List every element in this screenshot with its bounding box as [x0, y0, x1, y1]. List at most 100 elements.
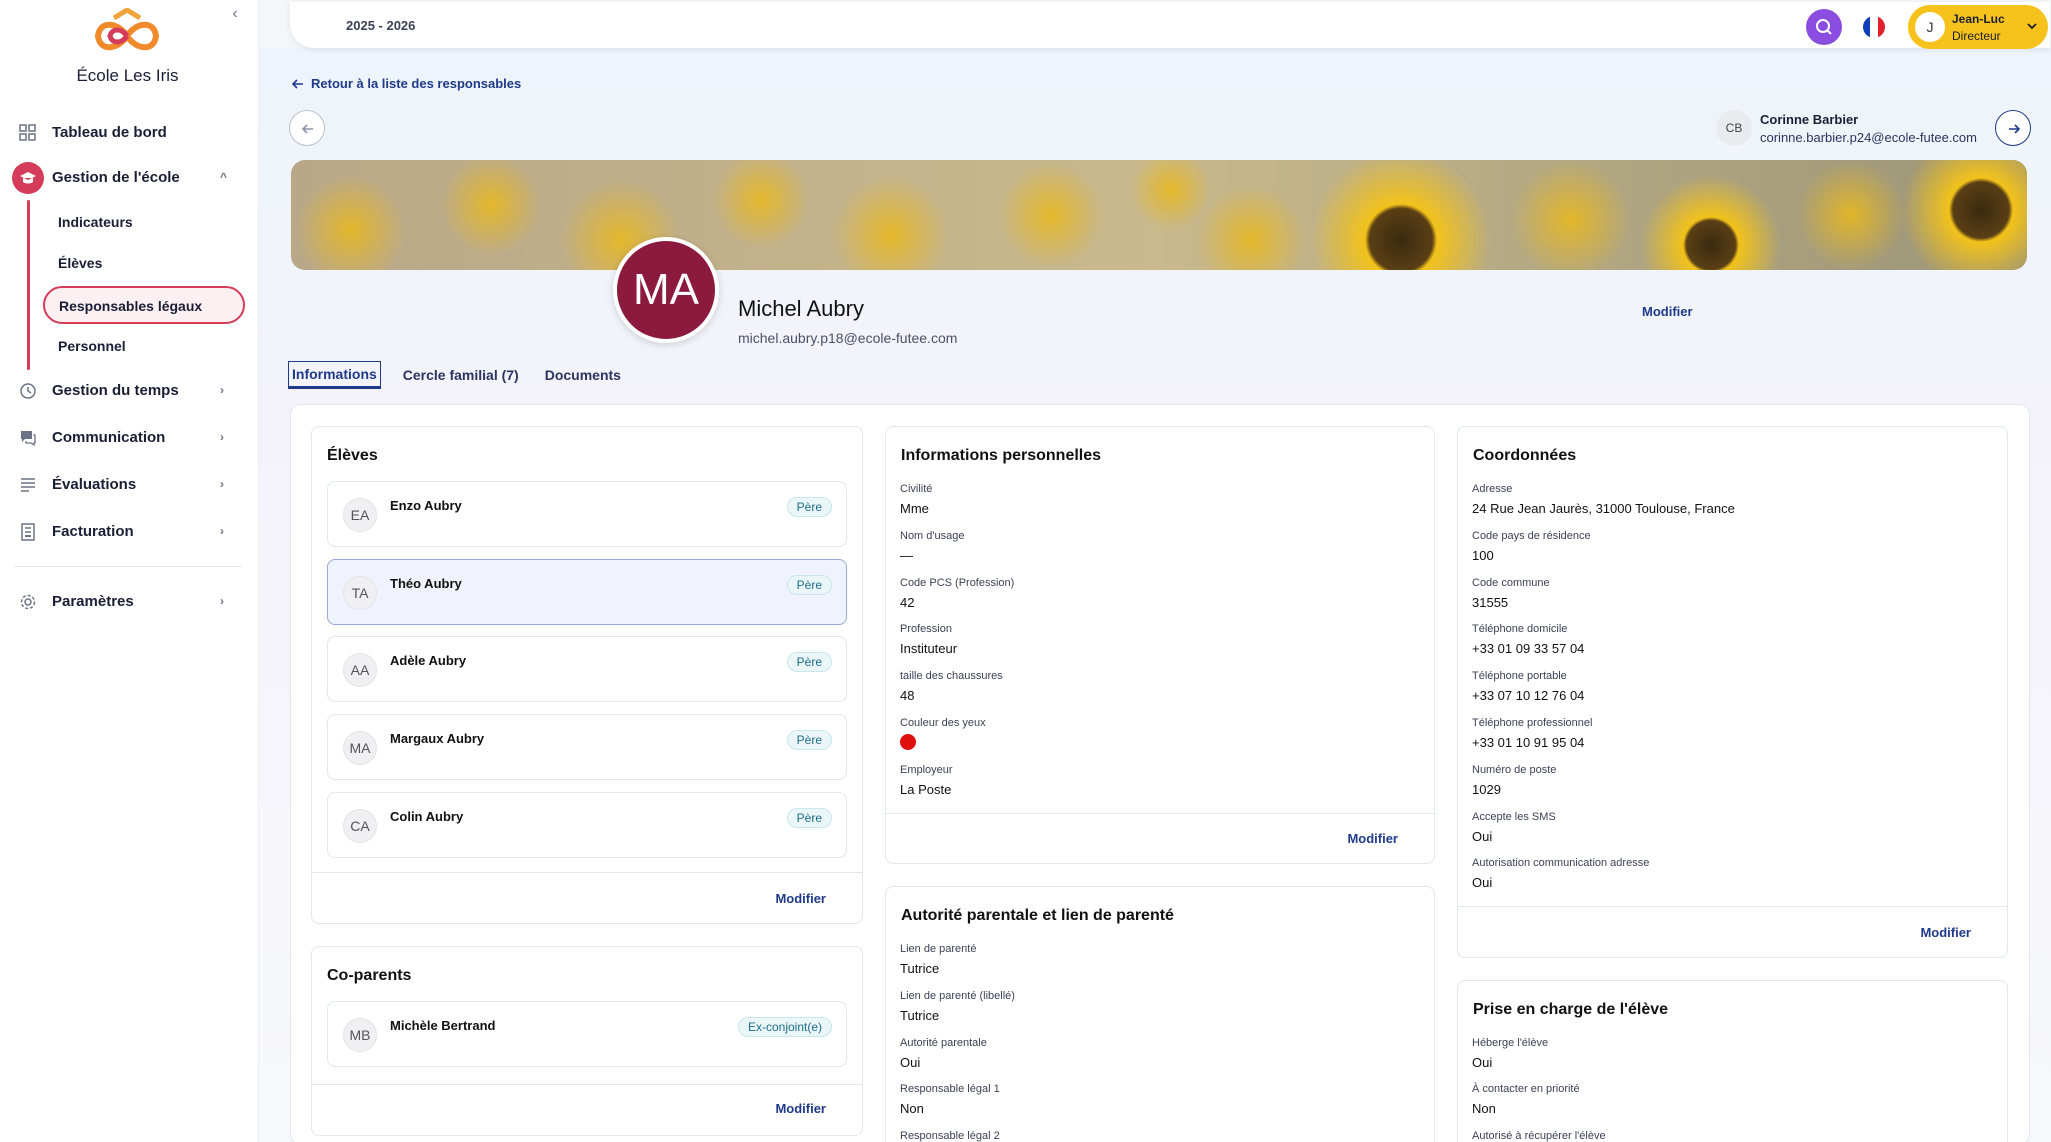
nav-gestion-ecole[interactable]: Gestion de l'école ^	[0, 155, 259, 199]
list-item[interactable]: EA Enzo Aubry Père	[327, 481, 847, 547]
edit-coparents-button[interactable]: Modifier	[775, 1101, 826, 1116]
nav-parametres[interactable]: Paramètres ›	[0, 579, 259, 623]
field-value: +33 01 10 91 95 04	[1472, 735, 1585, 750]
arrow-right-icon	[2009, 124, 2021, 134]
topbar: 2025 - 2026 J Jean-Luc Directeur	[290, 2, 2050, 49]
field-value: Oui	[1472, 829, 1493, 844]
sub-eleves[interactable]: Élèves	[58, 255, 102, 271]
card-divider	[312, 1084, 862, 1085]
list-item[interactable]: MA Margaux Aubry Père	[327, 714, 847, 780]
user-role: Directeur	[1952, 29, 2001, 43]
nav-tableau-de-bord[interactable]: Tableau de bord	[0, 110, 259, 154]
avatar: J	[1913, 10, 1947, 44]
item-name: Margaux Aubry	[390, 731, 485, 746]
infos-perso-card: Informations personnelles Civilité Mme N…	[885, 426, 1435, 864]
flag-fr-icon[interactable]	[1863, 16, 1885, 38]
list-item[interactable]: CA Colin Aubry Père	[327, 792, 847, 858]
chevron-right-icon: ›	[220, 430, 224, 444]
arrow-left-icon	[291, 78, 303, 89]
tab-documents[interactable]: Documents	[541, 361, 625, 389]
nav-label: Tableau de bord	[52, 123, 167, 141]
nav-label: Évaluations	[52, 475, 137, 493]
card-divider	[312, 872, 862, 873]
edit-coordonnees-button[interactable]: Modifier	[1920, 925, 1971, 940]
nav-communication[interactable]: Communication ›	[0, 415, 259, 459]
sub-indicateurs[interactable]: Indicateurs	[58, 214, 133, 230]
role-badge: Père	[786, 575, 832, 595]
nav-gestion-temps[interactable]: Gestion du temps ›	[0, 368, 259, 412]
item-name: Adèle Aubry	[390, 653, 467, 668]
list-item[interactable]: AA Adèle Aubry Père	[327, 636, 847, 702]
field-label: Téléphone portable	[1472, 670, 1567, 682]
role-badge: Père	[786, 808, 832, 828]
field-value: 48	[900, 688, 915, 703]
item-name: Colin Aubry	[390, 809, 464, 824]
dashboard-icon	[19, 124, 36, 141]
next-user-name: Corinne Barbier	[1760, 112, 1859, 127]
field-value: +33 01 09 33 57 04	[1472, 641, 1585, 656]
field-value: Instituteur	[900, 641, 958, 656]
edit-eleves-button[interactable]: Modifier	[775, 891, 826, 906]
chevron-right-icon: ›	[220, 594, 224, 608]
field-label: Téléphone professionnel	[1472, 717, 1593, 729]
profile-email: michel.aubry.p18@ecole-futee.com	[738, 330, 958, 346]
profile-name: Michel Aubry	[738, 296, 864, 321]
nav-label: Facturation	[52, 522, 134, 540]
item-name: Michèle Bertrand	[390, 1018, 496, 1033]
field-value: Oui	[1472, 875, 1493, 890]
field-value: 1029	[1472, 782, 1501, 797]
chevron-up-icon: ^	[220, 170, 228, 184]
sub-personnel[interactable]: Personnel	[58, 338, 126, 354]
field-label: Héberge l'élève	[1472, 1037, 1549, 1049]
list-item[interactable]: MB Michèle Bertrand Ex-conjoint(e)	[327, 1001, 847, 1067]
nav-facturation[interactable]: Facturation ›	[0, 509, 259, 553]
previous-button[interactable]	[289, 110, 325, 146]
nav-label: Gestion du temps	[52, 381, 179, 399]
next-button[interactable]	[1995, 110, 2031, 146]
nav-evaluations[interactable]: Évaluations ›	[0, 462, 259, 506]
field-label: Civilité	[900, 483, 933, 495]
field-value: Oui	[900, 1055, 921, 1070]
list-item[interactable]: TA Théo Aubry Père	[327, 559, 847, 625]
user-menu[interactable]: J Jean-Luc Directeur	[1908, 5, 2048, 49]
field-label: Téléphone domicile	[1472, 623, 1568, 635]
field-label: Autorité parentale	[900, 1037, 987, 1049]
invoice-icon	[21, 523, 35, 541]
field-value: +33 07 10 12 76 04	[1472, 688, 1585, 703]
field-value: Mme	[900, 501, 929, 516]
avatar: AA	[343, 653, 377, 687]
chevron-right-icon: ›	[220, 477, 224, 491]
field-value: —	[900, 548, 913, 563]
collapse-sidebar-icon[interactable]: ‹	[228, 4, 242, 24]
field-label: Autorisation communication adresse	[1472, 857, 1650, 869]
role-badge: Père	[786, 652, 832, 672]
edit-infos-button[interactable]: Modifier	[1347, 831, 1398, 846]
tab-cercle-familial[interactable]: Cercle familial (7)	[399, 361, 523, 389]
search-button[interactable]	[1806, 9, 1842, 45]
back-link[interactable]: Retour à la liste des responsables	[291, 76, 521, 91]
graduation-cap-icon	[12, 162, 44, 194]
field-value: La Poste	[900, 782, 952, 797]
back-link-label: Retour à la liste des responsables	[311, 76, 522, 91]
field-value: 24 Rue Jean Jaurès, 31000 Toulouse, Fran…	[1472, 501, 1735, 516]
field-label: taille des chaussures	[900, 670, 1003, 682]
field-label: Numéro de poste	[1472, 764, 1557, 776]
card-title: Coordonnées	[1473, 447, 1577, 464]
sub-responsables-legaux[interactable]: Responsables légaux	[43, 286, 245, 324]
card-divider	[1458, 906, 2007, 907]
tab-informations[interactable]: Informations	[288, 361, 381, 389]
card-title: Co-parents	[327, 967, 412, 984]
chevron-down-icon	[2027, 23, 2037, 30]
coordonnees-card: Coordonnées Adresse 24 Rue Jean Jaurès, …	[1457, 426, 2008, 958]
prise-en-charge-card: Prise en charge de l'élève Héberge l'élè…	[1457, 980, 2008, 1142]
clock-icon	[20, 383, 36, 399]
card-title: Informations personnelles	[901, 447, 1102, 464]
sidebar-divider	[14, 566, 242, 567]
tabs: Informations Cercle familial (7) Documen…	[288, 358, 643, 392]
edit-profile-button[interactable]: Modifier	[1642, 304, 1693, 319]
school-year[interactable]: 2025 - 2026	[346, 18, 415, 33]
chevron-right-icon: ›	[220, 524, 224, 538]
card-title: Autorité parentale et lien de parenté	[901, 907, 1174, 924]
field-label: Accepte les SMS	[1472, 811, 1556, 823]
field-label: Code commune	[1472, 577, 1550, 589]
